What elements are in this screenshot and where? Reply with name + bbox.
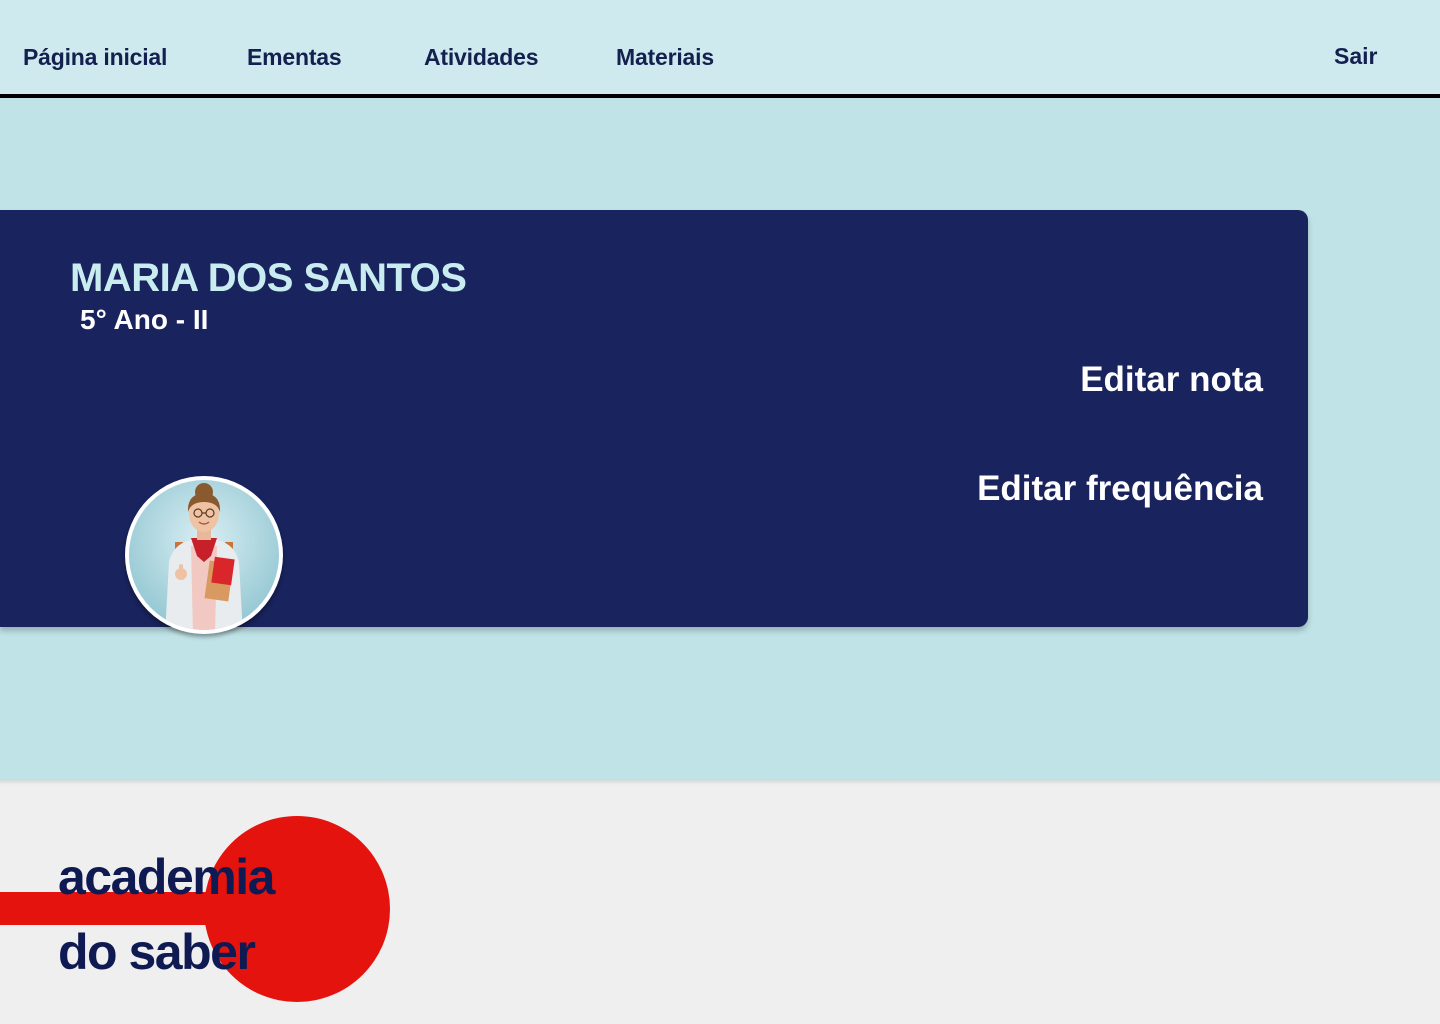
main-content: MARIA DOS SANTOS 5° Ano - II Editar nota… bbox=[0, 98, 1440, 779]
edit-grade-link[interactable]: Editar nota bbox=[1080, 360, 1263, 400]
nav-item-materials[interactable]: Materiais bbox=[616, 44, 714, 71]
logo-text-line2: do saber bbox=[58, 924, 256, 980]
edit-attendance-link[interactable]: Editar frequência bbox=[977, 469, 1263, 509]
student-card: MARIA DOS SANTOS 5° Ano - II Editar nota… bbox=[0, 210, 1308, 634]
academia-do-saber-logo: academia do saber bbox=[0, 785, 420, 1024]
student-avatar bbox=[125, 476, 283, 634]
student-class: 5° Ano - II bbox=[80, 304, 209, 335]
top-navigation: Página inicial Ementas Atividades Materi… bbox=[0, 0, 1440, 98]
nav-item-activities[interactable]: Atividades bbox=[424, 44, 539, 71]
footer: academia do saber bbox=[0, 785, 1440, 1024]
nav-item-syllabi[interactable]: Ementas bbox=[247, 44, 342, 71]
logo-text-line1: academia bbox=[58, 849, 275, 905]
nav-item-home[interactable]: Página inicial bbox=[23, 44, 167, 71]
logout-link[interactable]: Sair bbox=[1334, 43, 1377, 70]
student-name: MARIA DOS SANTOS bbox=[70, 256, 467, 300]
student-photo-icon bbox=[129, 480, 279, 630]
